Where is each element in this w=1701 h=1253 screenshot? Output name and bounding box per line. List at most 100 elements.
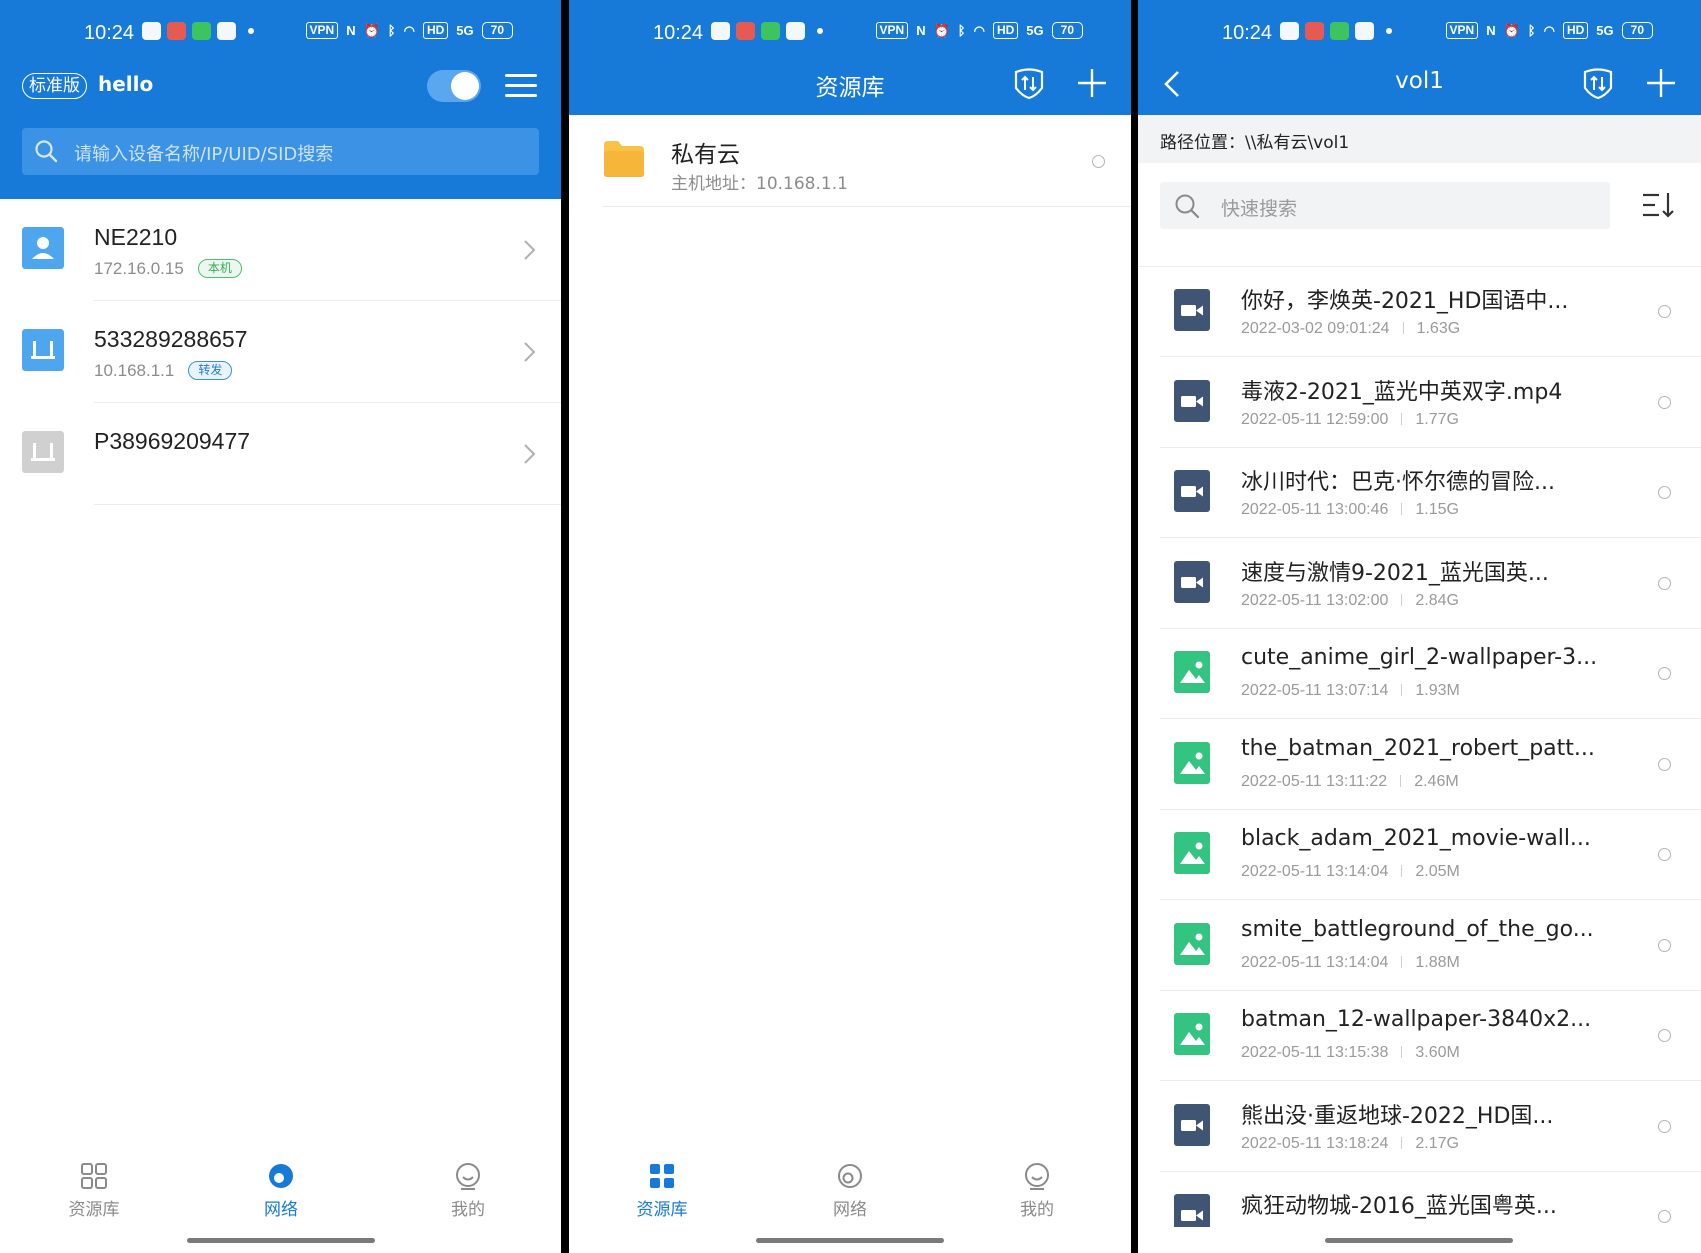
chevron-right-icon bbox=[524, 444, 536, 464]
vpn-icon: VPN bbox=[1445, 22, 1479, 39]
transfer-icon[interactable] bbox=[1581, 66, 1615, 100]
file-row[interactable]: 你好，李焕英-2021_HD国语中... 2022-03-02 09:01:24 1… bbox=[1138, 267, 1701, 357]
sort-icon[interactable] bbox=[1641, 190, 1675, 220]
file-date: 2022-05-11 12:59:00 bbox=[1241, 410, 1389, 428]
select-radio[interactable] bbox=[1092, 155, 1105, 168]
library-screen: 10:24 VPN N ⏰ ᛒ ◠ HD 5G 70 资源库 私有云 主机地址：… bbox=[569, 0, 1131, 1253]
path-text: 路径位置：\\私有云\vol1 bbox=[1160, 128, 1349, 153]
hd-icon: HD bbox=[1562, 22, 1589, 39]
file-date: 2022-05-11 13:02:00 bbox=[1241, 591, 1389, 609]
search-placeholder: 请输入设备名称/IP/UID/SID搜索 bbox=[74, 144, 334, 165]
file-date: 2022-05-11 13:15:38 bbox=[1241, 1044, 1389, 1061]
hd-icon: HD bbox=[992, 22, 1019, 39]
select-radio[interactable] bbox=[1658, 848, 1671, 861]
local-badge: 本机 bbox=[197, 259, 242, 278]
file-meta: 2022-05-11 13:07:14 1.93M bbox=[1241, 682, 1460, 700]
image-file-icon bbox=[1174, 832, 1210, 874]
page-title: vol1 bbox=[1395, 68, 1444, 94]
plus-icon[interactable] bbox=[1075, 66, 1109, 100]
select-radio[interactable] bbox=[1658, 486, 1671, 499]
router-offline-icon bbox=[22, 431, 64, 473]
image-file-icon bbox=[1174, 651, 1210, 693]
file-meta: 2022-05-11 13:14:04 2.05M bbox=[1241, 863, 1460, 881]
network-icon bbox=[838, 1164, 862, 1188]
file-date: 2022-03-02 09:01:24 bbox=[1241, 320, 1390, 337]
device-row[interactable]: P38969209477 bbox=[0, 403, 561, 505]
transfer-icon[interactable] bbox=[1012, 66, 1046, 100]
chevron-right-icon bbox=[524, 240, 536, 260]
device-row[interactable]: NE2210 172.16.0.15 本机 bbox=[0, 199, 561, 301]
message-icon bbox=[192, 22, 211, 40]
file-name: 毒液2-2021_蓝光中英双字.mp4 bbox=[1241, 379, 1563, 405]
system-status-icons: VPN N ⏰ ᛒ ◠ HD 5G 70 bbox=[305, 22, 513, 39]
menu-icon[interactable] bbox=[505, 74, 537, 98]
file-row[interactable]: cute_anime_girl_2-wallpaper-3... 2022-05-… bbox=[1138, 629, 1701, 719]
image-file-icon bbox=[1174, 1013, 1210, 1055]
message-icon bbox=[761, 22, 780, 40]
nav-library[interactable]: 资源库 bbox=[622, 1161, 702, 1220]
file-list[interactable]: 你好，李焕英-2021_HD国语中... 2022-03-02 09:01:24 1… bbox=[1138, 266, 1701, 1227]
hd-icon: HD bbox=[422, 22, 449, 39]
select-radio[interactable] bbox=[1658, 938, 1671, 952]
home-indicator[interactable] bbox=[187, 1238, 375, 1243]
file-size: 3.60M bbox=[1415, 1044, 1460, 1061]
select-radio[interactable] bbox=[1658, 667, 1671, 680]
meta-separator bbox=[1401, 593, 1403, 606]
file-size: 2.17G bbox=[1415, 1134, 1459, 1152]
file-name: the_batman_2021_robert_patt... bbox=[1241, 735, 1595, 761]
nav-network[interactable]: 网络 bbox=[241, 1161, 321, 1220]
message-icon bbox=[1330, 22, 1349, 40]
status-bar: 10:24 VPN N ⏰ ᛒ ◠ HD 5G 70 bbox=[0, 0, 561, 64]
file-row[interactable]: 速度与激情9-2021_蓝光国英... 2022-05-11 13:02:00 2.… bbox=[1138, 539, 1701, 629]
nav-mine[interactable]: 我的 bbox=[428, 1161, 508, 1220]
select-radio[interactable] bbox=[1658, 757, 1671, 771]
meta-separator bbox=[1400, 774, 1402, 787]
file-row[interactable]: 毒液2-2021_蓝光中英双字.mp4 2022-05-11 12:59:00 1.… bbox=[1138, 358, 1701, 448]
connection-toggle[interactable] bbox=[427, 70, 481, 102]
file-row[interactable]: black_adam_2021_movie-wall... 2022-05-11 … bbox=[1138, 810, 1701, 900]
grid-icon bbox=[81, 1163, 107, 1189]
device-search-input[interactable]: 请输入设备名称/IP/UID/SID搜索 bbox=[22, 128, 539, 175]
file-size: 2.46M bbox=[1414, 772, 1459, 790]
system-status-icons: VPN N ⏰ ᛒ ◠ HD 5G 70 bbox=[1445, 22, 1653, 39]
plus-icon[interactable] bbox=[1644, 66, 1678, 100]
file-size: 2.84G bbox=[1415, 591, 1459, 609]
device-row[interactable]: 533289288657 10.168.1.1 转发 bbox=[0, 301, 561, 403]
select-radio[interactable] bbox=[1658, 305, 1671, 318]
nav-mine[interactable]: 我的 bbox=[997, 1161, 1077, 1220]
app-notification-icon bbox=[167, 22, 186, 40]
folder-name: 私有云 bbox=[671, 142, 740, 168]
file-row[interactable]: the_batman_2021_robert_patt... 2022-05-11… bbox=[1138, 720, 1701, 810]
select-radio[interactable] bbox=[1658, 1210, 1671, 1223]
select-radio[interactable] bbox=[1658, 395, 1671, 409]
app-notification-icon bbox=[736, 22, 755, 40]
wifi-icon: ◠ bbox=[1543, 22, 1555, 38]
signal-icon: 5G bbox=[456, 23, 474, 38]
file-name: smite_battleground_of_the_go... bbox=[1241, 916, 1594, 942]
toggle-knob bbox=[451, 72, 479, 100]
select-radio[interactable] bbox=[1658, 1029, 1671, 1042]
file-row[interactable]: 疯狂动物城-2016_蓝光国粤英... bbox=[1138, 1172, 1701, 1227]
user-icon bbox=[22, 227, 64, 269]
file-name: 速度与激情9-2021_蓝光国英... bbox=[1241, 560, 1549, 586]
notification-icons bbox=[711, 22, 823, 40]
network-icon bbox=[269, 1164, 293, 1188]
select-radio[interactable] bbox=[1658, 576, 1671, 590]
nav-library-label: 资源库 bbox=[68, 1200, 120, 1220]
file-row[interactable]: smite_battleground_of_the_go... 2022-05-1… bbox=[1138, 901, 1701, 991]
nav-library[interactable]: 资源库 bbox=[54, 1161, 134, 1220]
profile-icon bbox=[456, 1163, 480, 1190]
path-label: 路径位置： bbox=[1160, 133, 1245, 153]
file-row[interactable]: 冰川时代：巴克·怀尔德的冒险... 2022-05-11 13:00:46 1.15… bbox=[1138, 448, 1701, 538]
select-radio[interactable] bbox=[1658, 1119, 1671, 1133]
video-file-icon bbox=[1174, 470, 1210, 512]
file-row[interactable]: batman_12-wallpaper-3840x2... 2022-05-11 … bbox=[1138, 991, 1701, 1081]
folder-row[interactable]: 私有云 主机地址：10.168.1.1 bbox=[569, 115, 1131, 207]
home-indicator[interactable] bbox=[756, 1238, 944, 1243]
file-row[interactable]: 熊出没·重返地球-2022_HD国... 2022-05-11 13:18:24 2… bbox=[1138, 1082, 1701, 1172]
quick-search-input[interactable]: 快速搜索 bbox=[1160, 182, 1610, 229]
home-indicator[interactable] bbox=[1325, 1238, 1513, 1243]
divider bbox=[94, 504, 561, 505]
nav-network[interactable]: 网络 bbox=[810, 1161, 890, 1220]
grid-icon bbox=[650, 1164, 674, 1188]
